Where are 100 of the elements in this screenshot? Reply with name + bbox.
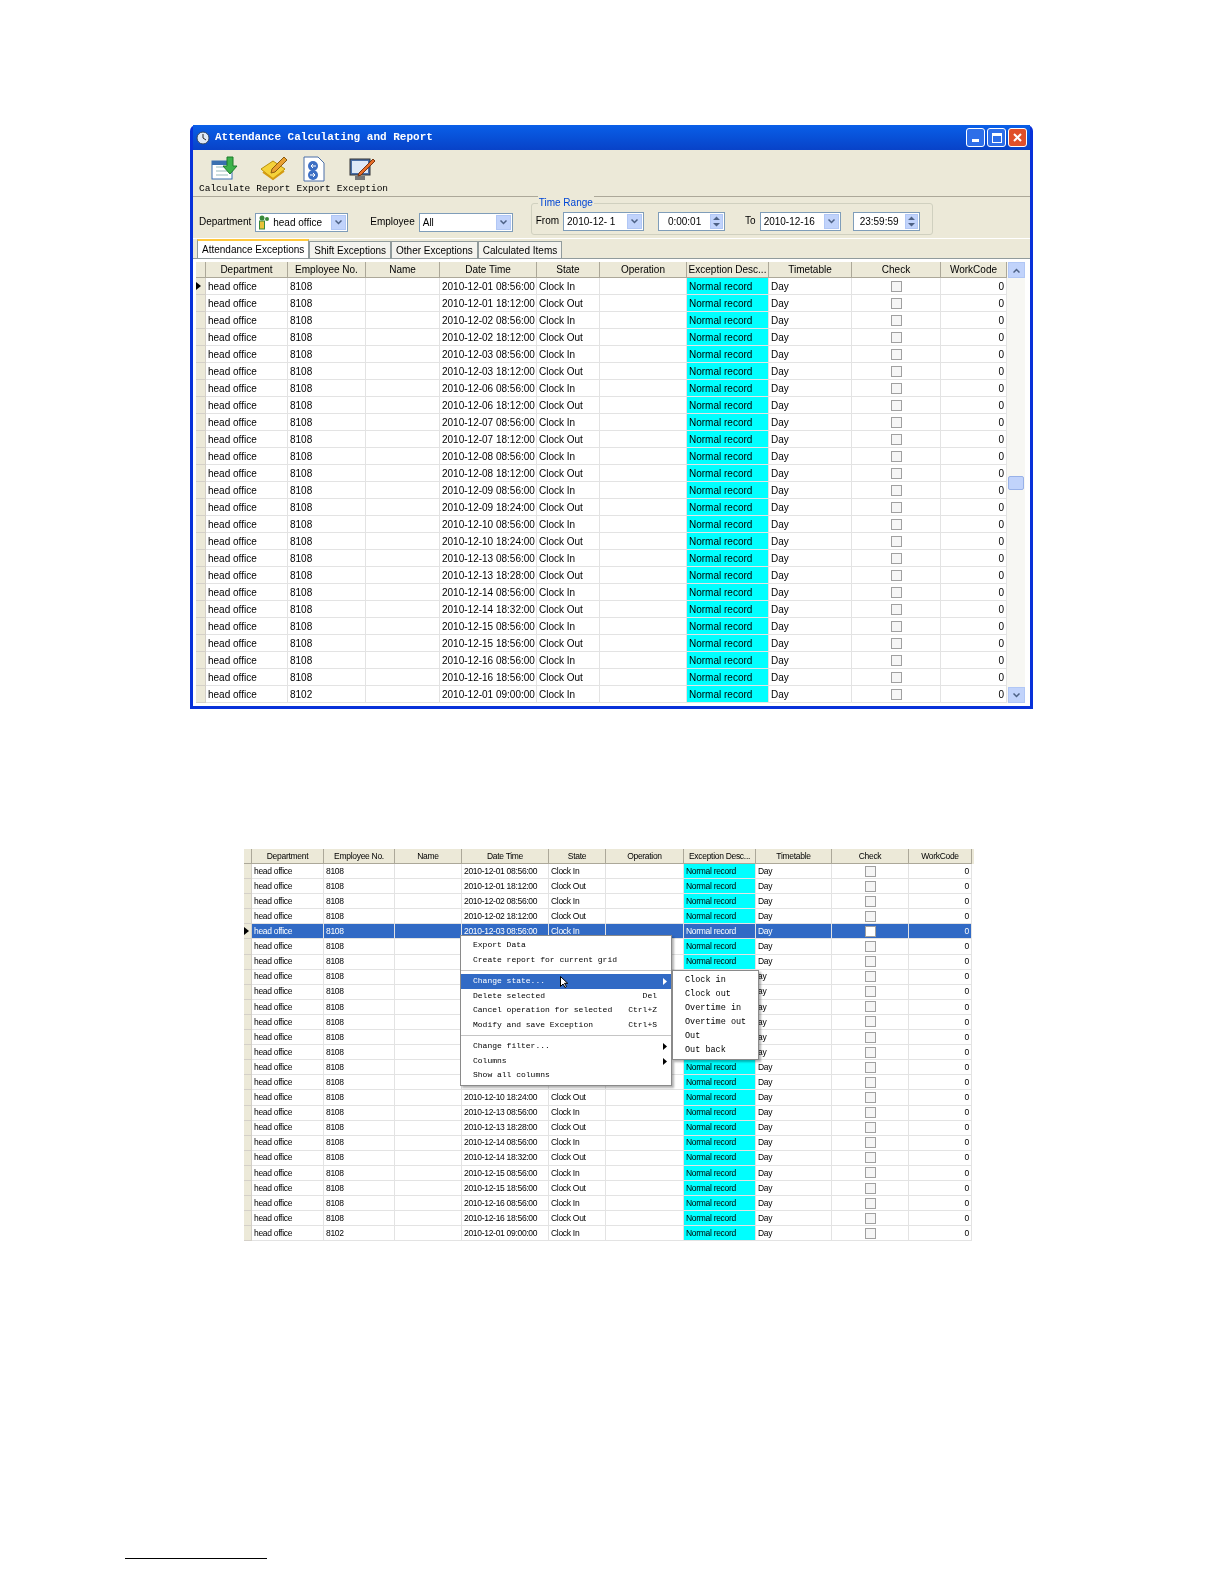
- column-header[interactable]: Date Time: [440, 262, 537, 278]
- checkbox[interactable]: [864, 1046, 876, 1058]
- checkbox[interactable]: [890, 484, 902, 496]
- time-field[interactable]: 23:59:59: [852, 212, 920, 231]
- checkbox[interactable]: [864, 1167, 876, 1179]
- checkbox[interactable]: [890, 620, 902, 632]
- column-header[interactable]: Department: [206, 262, 288, 278]
- checkbox[interactable]: [864, 1152, 876, 1164]
- checkbox[interactable]: [890, 433, 902, 445]
- checkbox[interactable]: [890, 399, 902, 411]
- checkbox[interactable]: [890, 297, 902, 309]
- checkbox[interactable]: [890, 416, 902, 428]
- menu-item[interactable]: Change state...: [461, 974, 671, 989]
- checkbox[interactable]: [864, 1031, 876, 1043]
- column-header[interactable]: Name: [395, 849, 462, 864]
- checkbox[interactable]: [864, 1197, 876, 1209]
- checkbox[interactable]: [890, 688, 902, 700]
- column-header[interactable]: Employee No.: [288, 262, 366, 278]
- checkbox[interactable]: [890, 450, 902, 462]
- column-header[interactable]: State: [549, 849, 606, 864]
- column-header[interactable]: Timetable: [756, 849, 832, 864]
- menu-item[interactable]: Create report for current grid: [461, 952, 671, 967]
- menu-item[interactable]: Export Data: [461, 938, 671, 953]
- menu-item[interactable]: Show all columns: [461, 1068, 671, 1083]
- checkbox[interactable]: [890, 603, 902, 615]
- checkbox[interactable]: [890, 365, 902, 377]
- checkbox[interactable]: [890, 314, 902, 326]
- checkbox[interactable]: [864, 1001, 876, 1013]
- menu-item[interactable]: Clock out: [673, 987, 758, 1001]
- toolbar-button[interactable]: Calculate: [199, 155, 251, 194]
- checkbox[interactable]: [890, 637, 902, 649]
- checkbox[interactable]: [890, 654, 902, 666]
- checkbox[interactable]: [864, 880, 876, 892]
- column-header[interactable]: Timetable: [769, 262, 852, 278]
- checkbox[interactable]: [864, 1212, 876, 1224]
- checkbox[interactable]: [864, 895, 876, 907]
- scrollbar[interactable]: [1007, 262, 1025, 703]
- column-header[interactable]: Department: [252, 849, 324, 864]
- checkbox[interactable]: [864, 1107, 876, 1119]
- minimize-button[interactable]: [966, 128, 985, 147]
- checkbox[interactable]: [864, 1091, 876, 1103]
- employee-dropdown[interactable]: All: [418, 213, 513, 232]
- checkbox[interactable]: [864, 956, 876, 968]
- column-header[interactable]: Check: [832, 849, 909, 864]
- checkbox[interactable]: [890, 569, 902, 581]
- time-field[interactable]: 0:00:01: [658, 212, 726, 231]
- toolbar-button[interactable]: Export: [296, 155, 331, 194]
- checkbox[interactable]: [864, 1122, 876, 1134]
- dropdown-button[interactable]: [331, 215, 347, 230]
- checkbox[interactable]: [864, 1137, 876, 1149]
- tab[interactable]: Attendance Exceptions: [197, 239, 310, 258]
- column-header[interactable]: WorkCode: [909, 849, 972, 864]
- menu-item[interactable]: Out: [673, 1029, 758, 1043]
- menu-item[interactable]: Out back: [673, 1043, 758, 1057]
- column-header[interactable]: Operation: [606, 849, 684, 864]
- checkbox[interactable]: [864, 910, 876, 922]
- checkbox[interactable]: [864, 1016, 876, 1028]
- column-header[interactable]: Name: [366, 262, 440, 278]
- checkbox[interactable]: [890, 586, 902, 598]
- dropdown-button[interactable]: [823, 214, 839, 229]
- tab[interactable]: Shift Exceptions: [309, 241, 391, 258]
- checkbox[interactable]: [864, 1076, 876, 1088]
- toolbar-button[interactable]: Exception: [336, 155, 389, 194]
- menu-item[interactable]: Columns: [461, 1053, 671, 1068]
- date-dropdown[interactable]: 2010-12-16: [759, 212, 841, 231]
- tab[interactable]: Other Exceptions: [391, 241, 478, 258]
- close-button[interactable]: [1008, 128, 1027, 147]
- menu-item[interactable]: Delete selected Del: [461, 988, 671, 1003]
- checkbox[interactable]: [864, 1227, 876, 1239]
- checkbox[interactable]: [890, 535, 902, 547]
- checkbox[interactable]: [864, 865, 876, 877]
- toolbar-button[interactable]: Report: [256, 155, 291, 194]
- checkbox[interactable]: [890, 382, 902, 394]
- column-header[interactable]: Check: [852, 262, 941, 278]
- checkbox[interactable]: [890, 518, 902, 530]
- column-header[interactable]: Operation: [600, 262, 687, 278]
- department-dropdown[interactable]: head office: [255, 213, 349, 232]
- checkbox[interactable]: [890, 671, 902, 683]
- menu-item[interactable]: Overtime in: [673, 1001, 758, 1015]
- dropdown-button[interactable]: [495, 215, 511, 230]
- row-header[interactable]: [196, 278, 206, 295]
- checkbox[interactable]: [890, 348, 902, 360]
- dropdown-button[interactable]: [627, 214, 643, 229]
- checkbox[interactable]: [890, 467, 902, 479]
- menu-item[interactable]: Change filter...: [461, 1039, 671, 1054]
- scroll-up-button[interactable]: [1007, 262, 1025, 278]
- date-dropdown[interactable]: 2010-12- 1: [563, 212, 645, 231]
- menu-item[interactable]: Modify and save Exception Ctrl+S: [461, 1017, 671, 1032]
- checkbox[interactable]: [890, 501, 902, 513]
- menu-item[interactable]: Cancel operation for selected Ctrl+Z: [461, 1003, 671, 1018]
- checkbox[interactable]: [890, 331, 902, 343]
- spin-buttons[interactable]: [710, 214, 724, 229]
- column-header[interactable]: State: [537, 262, 600, 278]
- column-header[interactable]: Employee No.: [324, 849, 395, 864]
- maximize-button[interactable]: [987, 128, 1006, 147]
- scroll-thumb[interactable]: [1008, 475, 1024, 490]
- checkbox[interactable]: [864, 941, 876, 952]
- checkbox[interactable]: [864, 925, 876, 937]
- column-header[interactable]: Date Time: [462, 849, 549, 864]
- checkbox[interactable]: [864, 986, 876, 998]
